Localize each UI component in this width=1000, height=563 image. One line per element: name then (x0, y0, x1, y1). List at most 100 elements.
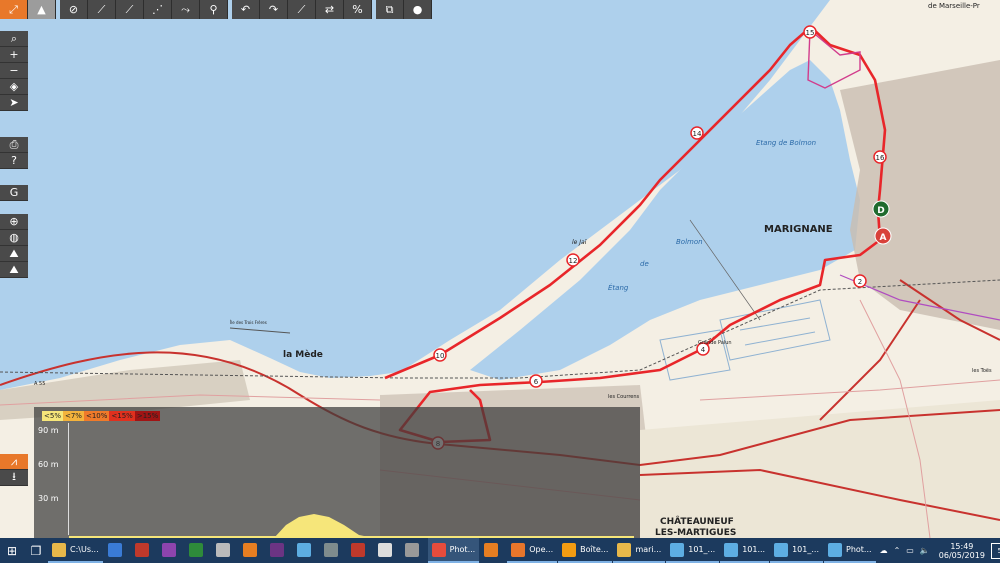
mailbox-app[interactable]: Boîte... (558, 538, 613, 563)
terrain-button[interactable]: ⛰ (0, 246, 28, 262)
label-etang-de: de (640, 260, 649, 268)
search-button[interactable]: ⌕ (0, 31, 28, 47)
zoom-out-icon: − (9, 64, 19, 77)
map-layer-button[interactable]: ▲ (28, 0, 56, 19)
store-app[interactable] (104, 538, 130, 563)
marignane-app[interactable]: mari... (613, 538, 666, 563)
explorer-app-icon (52, 542, 66, 557)
label-etang-bolmon-1: Etang de Bolmon (756, 139, 816, 147)
print-button[interactable]: ⎙ (0, 137, 28, 153)
acrobat-app[interactable] (347, 538, 373, 563)
task-view-button[interactable]: ❐ (24, 538, 48, 563)
undo-button[interactable]: ↶ (232, 0, 260, 19)
film-app[interactable] (266, 538, 292, 563)
label-la-mede: la Mède (283, 349, 323, 360)
fullscreen-icon: ⤢ (9, 2, 18, 16)
excel-app[interactable] (185, 538, 211, 563)
windows-taskbar: ⊞ ❐ C:\Us... Phot... Ope... Boîte... mari... 10… (0, 538, 1000, 563)
taskbar-app-label: C:\Us... (70, 545, 99, 554)
zoom-out-button[interactable]: − (0, 63, 28, 79)
filezilla-app[interactable] (131, 538, 157, 563)
cloud-icon[interactable]: ☁ (880, 546, 888, 555)
waypoint-path-icon: ⋰ (152, 3, 163, 16)
network-icon[interactable]: ▭ (906, 546, 914, 555)
calculator-app-icon (404, 542, 419, 557)
download-icon: ⭳ (12, 470, 16, 483)
usb-app-icon (323, 542, 338, 557)
percent-button[interactable]: % (344, 0, 372, 19)
photos-app-2[interactable]: Phot... (824, 538, 876, 563)
taskbar-app-label: mari... (635, 545, 662, 554)
draw-line-button[interactable]: ⟋ (88, 0, 116, 19)
pier (229, 327, 291, 334)
crosshair-icon: ⊕ (9, 215, 19, 228)
redo-icon: ↷ (268, 3, 279, 16)
media-app[interactable] (239, 538, 265, 563)
nu-app-icon (161, 542, 176, 557)
reverse-button[interactable]: ⇄ (316, 0, 344, 19)
terrain-alt-button[interactable]: ⛰ (0, 262, 28, 278)
redo-button[interactable]: ↷ (260, 0, 288, 19)
crosshair-button[interactable]: ⊕ (0, 214, 28, 230)
route-button[interactable]: ⤳ (172, 0, 200, 19)
fullscreen-button[interactable]: ⤢ (0, 0, 28, 19)
label-chateauneuf-2: LES-MARTIGUES (655, 528, 736, 538)
mailbox-app-icon (562, 542, 577, 557)
clock[interactable]: 15:49 06/05/2019 (939, 542, 985, 560)
waypoint-path-button[interactable]: ⋰ (144, 0, 172, 19)
km-marker: 10 (433, 348, 447, 362)
zoom-in-button[interactable]: + (0, 47, 28, 63)
settings-app[interactable] (374, 538, 400, 563)
search-icon: ⌕ (10, 31, 18, 45)
notification-button[interactable]: 5 (990, 542, 1000, 559)
mail-app[interactable] (480, 538, 506, 563)
network-app[interactable] (293, 538, 319, 563)
folder-app[interactable] (212, 538, 238, 563)
google-button[interactable]: G (0, 185, 28, 201)
image-app-2[interactable]: 101... (720, 538, 770, 563)
start-button[interactable]: ⊞ (0, 538, 24, 563)
hide-track-icon: ⊘ (68, 3, 79, 16)
explorer-app[interactable]: C:\Us... (48, 538, 103, 563)
acrobat-app-icon (350, 542, 365, 557)
svg-text:14: 14 (693, 130, 702, 138)
km-marker: 15 (803, 25, 817, 39)
elevation-profile[interactable]: <5% <7% <10% <15% >15% 90 m 60 m 30 m (34, 407, 640, 538)
photos-app-1[interactable]: Phot... (427, 538, 480, 563)
hide-track-button[interactable]: ⊘ (60, 0, 88, 19)
firefox-app[interactable]: Ope... (507, 538, 558, 563)
split-path-icon: ⟋ (297, 2, 306, 16)
usb-app[interactable] (320, 538, 346, 563)
nu-app[interactable] (158, 538, 184, 563)
split-path-button[interactable]: ⟋ (288, 0, 316, 19)
layers-button[interactable]: ◈ (0, 79, 28, 95)
help-button[interactable]: ? (0, 153, 28, 169)
km-marker: 6 (529, 374, 543, 388)
km-marker: 2 (853, 274, 867, 288)
end-marker[interactable]: A (874, 227, 892, 245)
label-courrens: les Courrens (608, 394, 640, 400)
draw-segment-button[interactable]: ⟋ (116, 0, 144, 19)
calculator-app[interactable] (401, 538, 427, 563)
image-app-3[interactable]: 101_... (770, 538, 823, 563)
locate-button[interactable]: ➤ (0, 95, 28, 111)
task-view-icon: ❐ (30, 543, 42, 558)
volume-icon[interactable]: 🔈 (920, 546, 930, 555)
image-app-1[interactable]: 101_... (666, 538, 720, 563)
globe-button[interactable]: ◍ (0, 230, 28, 246)
image-app-2-icon (724, 542, 739, 557)
label-marignane: MARIGNANE (764, 224, 833, 235)
download-button[interactable]: ⭳ (0, 470, 28, 486)
km-marker: 16 (873, 150, 887, 164)
bike-route-button[interactable]: ⚲ (200, 0, 228, 19)
label-les-toes: les Toës (972, 368, 992, 374)
copy-button[interactable]: ⧉ (376, 0, 404, 19)
km-marker: 12 (566, 253, 580, 267)
marignane-app-icon (617, 542, 632, 557)
chevron-up-icon[interactable]: ⌃ (894, 546, 901, 555)
route-icon: ⤳ (181, 2, 190, 16)
start-marker[interactable]: D (872, 200, 890, 218)
marker-button[interactable]: ● (404, 0, 432, 19)
label-grande-palun: Grande Palun (698, 340, 732, 346)
svg-text:12: 12 (569, 257, 578, 265)
